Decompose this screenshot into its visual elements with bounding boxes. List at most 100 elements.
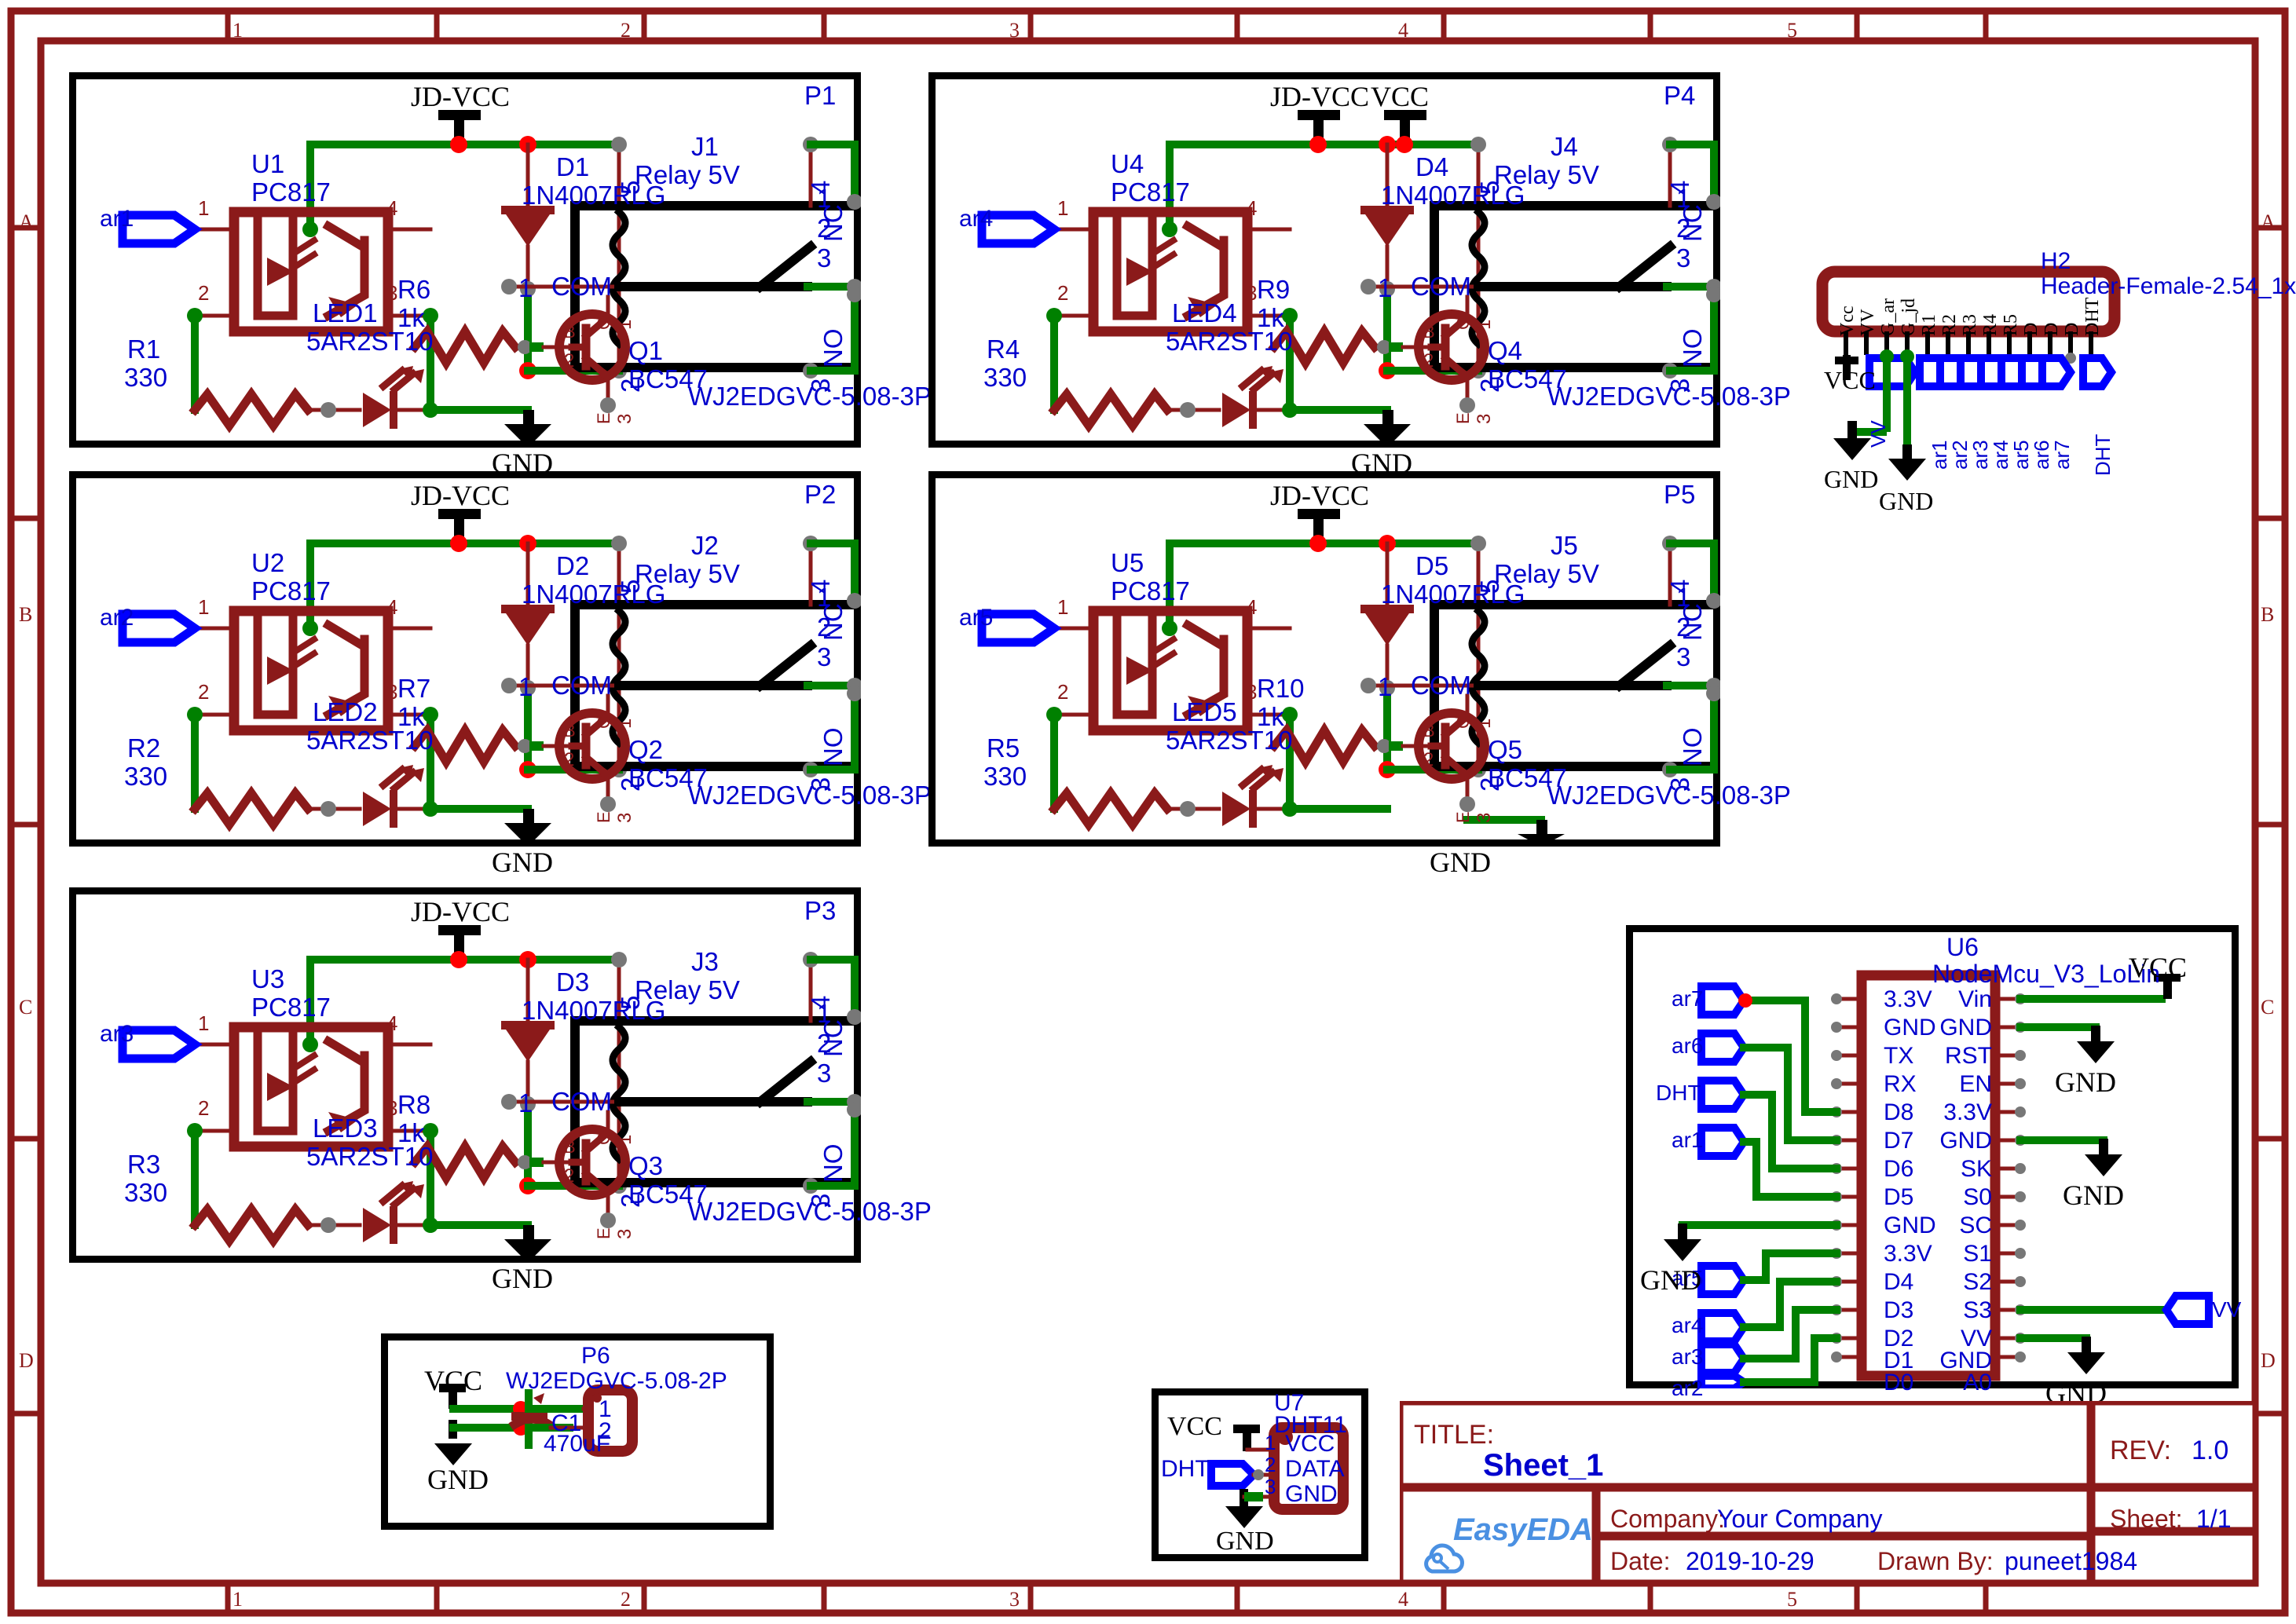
- block3-q-term-e: E: [594, 1227, 613, 1239]
- block1-opto-pin3: 3: [386, 281, 398, 305]
- dht-pin-label-vcc: VCC: [1285, 1431, 1335, 1457]
- block3-gnd-label: GND: [492, 1263, 553, 1294]
- header-port-ar2: ar2: [1948, 440, 1972, 470]
- block1-relay-ref: J1: [691, 132, 719, 161]
- mcu-left-pin-6: D6: [1884, 1156, 1914, 1182]
- mcu-gnd-2: GND: [2063, 1180, 2124, 1211]
- mcu-right-pin-5: GND: [1939, 1128, 1992, 1154]
- frame-col-5: 5: [1787, 19, 1797, 42]
- mcu-port-ar6: ar6: [1672, 1033, 1704, 1058]
- block2-q-term-b: B: [564, 721, 576, 741]
- block3-led-ref: LED3: [313, 1114, 378, 1143]
- frame-col-1-bottom: 1: [233, 1588, 243, 1611]
- header-vcc-label: VCC: [1824, 366, 1876, 394]
- block1-relay-pin5: 5: [616, 180, 645, 195]
- block2-rled-ref: R2: [127, 733, 161, 763]
- power-conn-ref: P6: [581, 1343, 610, 1369]
- mcu-left-pin-0: 3.3V: [1884, 986, 1932, 1012]
- block1-port-ar1: ar1: [100, 206, 134, 232]
- rev-label: REV:: [2110, 1436, 2172, 1465]
- block2-relay-com: COM: [551, 671, 612, 700]
- block1-q-val: BC547: [628, 364, 708, 393]
- block4-opto-ref: U4: [1111, 149, 1144, 178]
- mcu-left-pin-9: 3.3V: [1884, 1241, 1932, 1267]
- block2-opto-pin3: 3: [386, 680, 398, 704]
- frame-col-1: 1: [233, 19, 243, 42]
- block2-q-term-c: C: [594, 716, 613, 729]
- mcu-gnd-3: GND: [1640, 1264, 1701, 1296]
- block1-led-ref: LED1: [313, 298, 378, 327]
- block4-relay-val: Relay 5V: [1494, 160, 1599, 189]
- mcu-right-pin-3: EN: [1959, 1071, 1992, 1097]
- mcu-port-ar7: ar7: [1672, 986, 1704, 1011]
- block5-q-val: BC547: [1488, 763, 1567, 792]
- header-pin-label-r5: R5: [2001, 313, 2021, 336]
- block1-q-ref: Q1: [628, 336, 664, 365]
- company-label: Company:: [1610, 1505, 1725, 1533]
- block5-conn-val: WJ2EDGVC-5.08-3P: [1547, 781, 1791, 810]
- block3-opto-val: PC817: [251, 993, 331, 1022]
- block2-port-ar2: ar2: [100, 605, 134, 631]
- block4-relay-ref: J4: [1551, 132, 1578, 161]
- frame-row-c-right: C: [2261, 996, 2275, 1019]
- block1-relay-no: NO: [818, 328, 848, 368]
- block1-relay-com: COM: [551, 272, 612, 301]
- rev-value: 1.0: [2192, 1436, 2229, 1465]
- block2-q-pin2: 2: [564, 749, 575, 770]
- mcu-right-pin-8: SC: [1959, 1213, 1992, 1238]
- dht-port: DHT: [1161, 1456, 1210, 1482]
- block5-q-pin2: 2: [1423, 749, 1434, 770]
- frame-col-2-bottom: 2: [621, 1588, 631, 1611]
- block4-q-pin3: 3: [1474, 413, 1495, 424]
- block3-opto-ref: U3: [251, 964, 285, 993]
- header-pin-label-r2: R2: [1939, 313, 1960, 336]
- frame-row-a-right: A: [2261, 210, 2276, 233]
- block4-opto-pin1: 1: [1057, 196, 1069, 220]
- title-label: TITLE:: [1414, 1420, 1495, 1450]
- title-value: Sheet_1: [1483, 1448, 1604, 1483]
- block2-relay-no: NO: [818, 727, 848, 767]
- block3-relay-ref: J3: [691, 947, 719, 976]
- block5-rbase-ref: R10: [1257, 674, 1305, 703]
- block5-gnd-label: GND: [1430, 847, 1491, 878]
- block3-q-pin1: 1: [614, 1134, 635, 1145]
- block2-jdvcc-label: JD-VCC: [411, 480, 511, 511]
- block3-conn-val: WJ2EDGVC-5.08-3P: [688, 1197, 932, 1226]
- block2-diode-ref: D2: [556, 551, 590, 580]
- mcu-left-pin-4: D8: [1884, 1099, 1914, 1125]
- block5-q-term-c: C: [1453, 716, 1473, 729]
- block5-relay-ref: J5: [1551, 531, 1578, 560]
- block5-opto-pin3: 3: [1246, 680, 1258, 704]
- header-port-vv: VV: [1866, 420, 1890, 448]
- block4-port-ar4: ar4: [959, 206, 994, 232]
- frame-row-b-right: B: [2261, 603, 2275, 626]
- block3-conn-pin2: 2: [817, 1029, 832, 1058]
- header-port-ar5: ar5: [2009, 440, 2033, 470]
- mcu-right-pin-4: 3.3V: [1943, 1099, 1992, 1125]
- block5-q-term-e: E: [1453, 811, 1473, 823]
- power-gnd-label: GND: [427, 1464, 489, 1495]
- block4-opto-pin4: 4: [1246, 196, 1258, 220]
- block5-conn-pin2: 2: [1676, 613, 1691, 642]
- header-port-ar3: ar3: [1968, 440, 1992, 470]
- mcu-left-pin-14: D0: [1884, 1370, 1914, 1395]
- mcu-right-pin-2: RST: [1945, 1043, 1992, 1069]
- block2-rbase-ref: R7: [397, 674, 431, 703]
- block3-rled-ref: R3: [127, 1150, 161, 1179]
- dht-pin-label-gnd: GND: [1285, 1481, 1338, 1507]
- block5-port-ar5: ar5: [959, 605, 994, 631]
- drawn-label: Drawn By:: [1877, 1547, 1994, 1575]
- block2-rled-val: 330: [124, 762, 168, 791]
- frame-row-d-right: D: [2261, 1349, 2276, 1372]
- block1-opto-val: PC817: [251, 177, 331, 207]
- header-pin-label-d3: D: [2062, 322, 2082, 336]
- block2-q-pin3: 3: [614, 812, 635, 823]
- header-pin-label-vcc: Vcc: [1837, 305, 1858, 336]
- block1-conn-pin1: 1: [817, 184, 832, 213]
- block2-q-val: BC547: [628, 763, 708, 792]
- block4-q-pin2: 2: [1423, 350, 1434, 371]
- header-h2-value: Header-Female-2.54_1x13: [2041, 273, 2296, 299]
- frame-col-3-bottom: 3: [1009, 1588, 1020, 1611]
- block4-jdvcc-label: JD-VCC: [1270, 81, 1370, 112]
- block5-led-ref: LED5: [1172, 697, 1237, 726]
